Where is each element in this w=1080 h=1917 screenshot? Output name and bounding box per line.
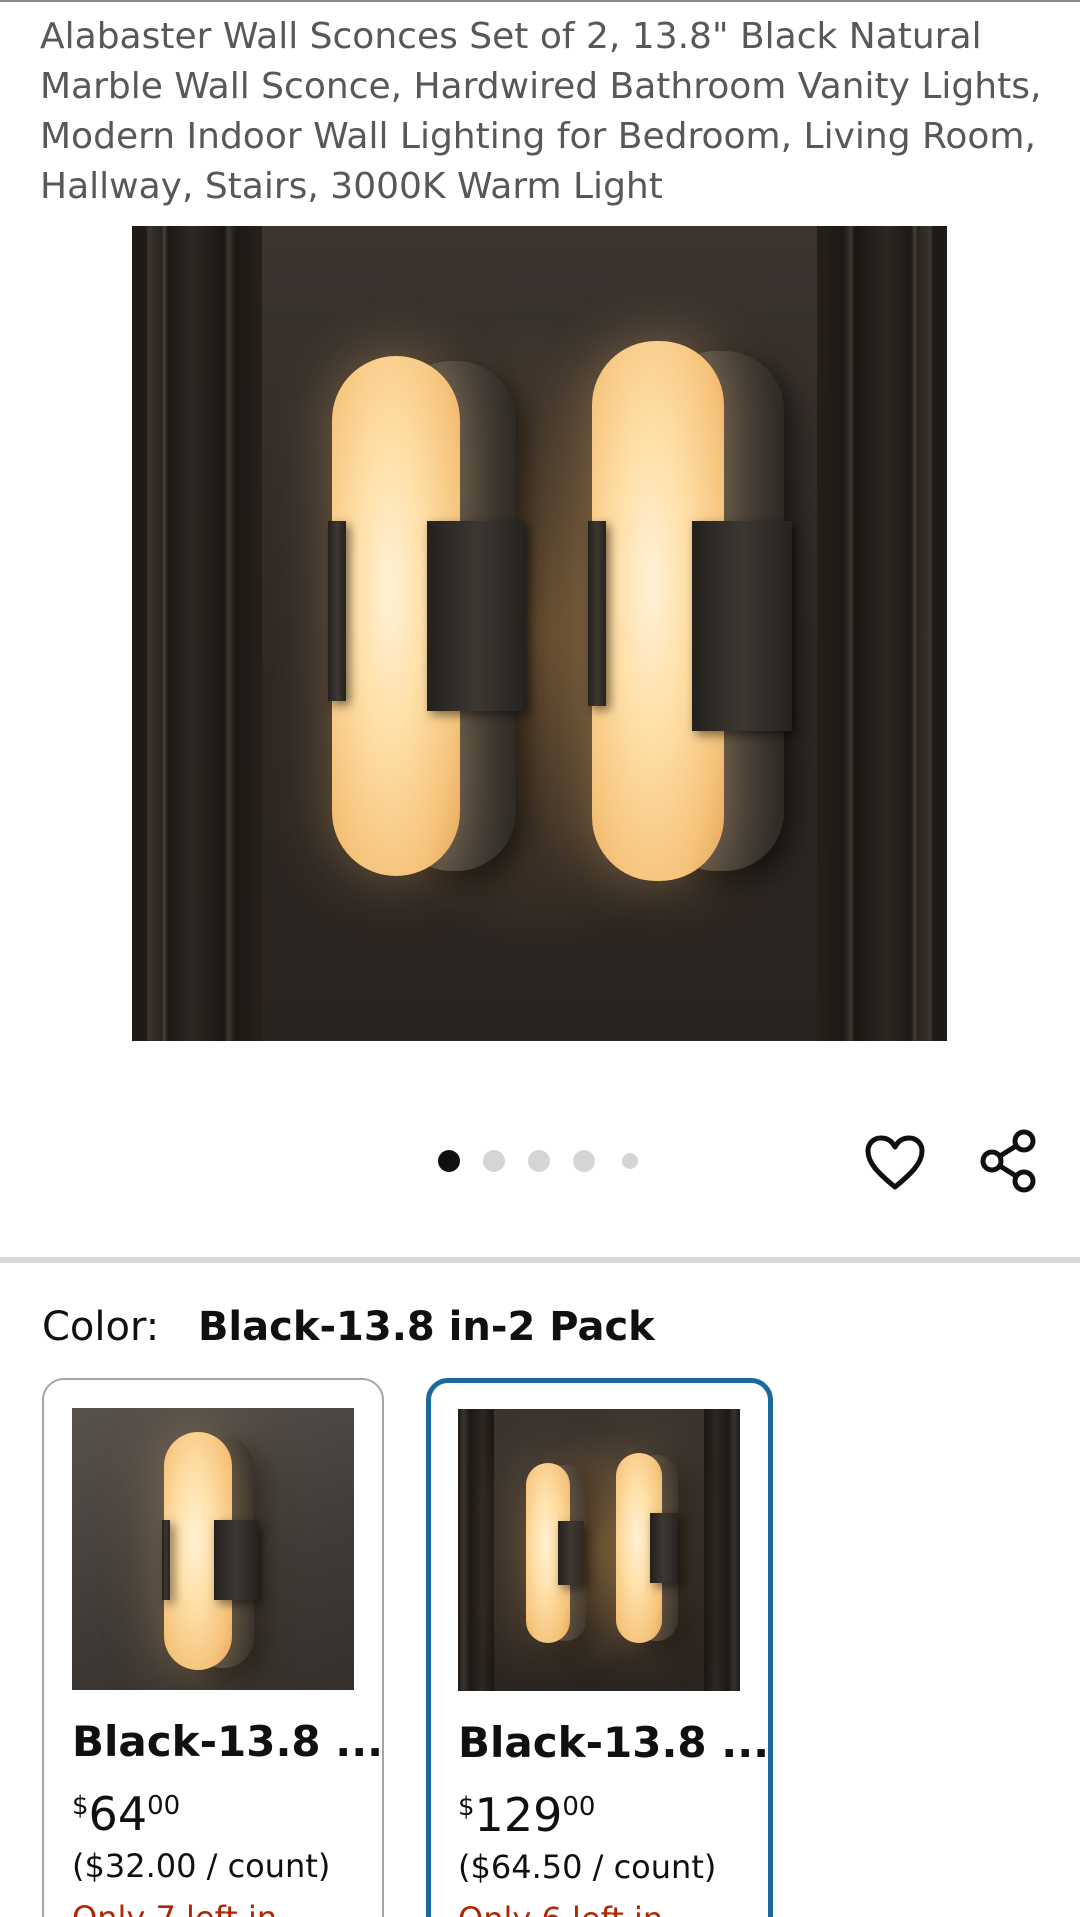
variation-name: Black-13.8 ...	[72, 1717, 384, 1766]
color-label: Color:	[42, 1304, 160, 1350]
carousel-dot-4[interactable]	[573, 1150, 595, 1172]
wall-molding-left	[132, 226, 262, 1041]
variation-stock-status: Only 7 left in	[72, 1896, 277, 1917]
section-divider	[0, 1257, 1080, 1263]
product-image[interactable]	[132, 226, 947, 1041]
heart-icon	[865, 1135, 925, 1190]
carousel-dot-3[interactable]	[528, 1150, 550, 1172]
top-divider	[0, 0, 1080, 2]
variation-stock-status: Only 6 left in	[458, 1897, 663, 1917]
color-selection-header: Color: Black-13.8 in-2 Pack	[42, 1303, 655, 1351]
carousel-dot-1[interactable]	[438, 1150, 460, 1172]
image-carousel-dots[interactable]	[438, 1150, 638, 1174]
product-title: Alabaster Wall Sconces Set of 2, 13.8" B…	[40, 16, 1042, 207]
variation-thumbnail	[458, 1409, 740, 1691]
add-to-wishlist-button[interactable]	[862, 1130, 928, 1196]
variation-price: $12900	[458, 1788, 596, 1842]
share-icon	[980, 1129, 1036, 1193]
variation-unit-price: ($64.50 / count)	[458, 1848, 717, 1886]
variation-name: Black-13.8 ...	[458, 1718, 770, 1767]
carousel-dot-5[interactable]	[622, 1153, 638, 1169]
share-button[interactable]	[975, 1128, 1041, 1194]
carousel-dot-2[interactable]	[483, 1150, 505, 1172]
variation-option-2[interactable]: Black-13.8 ... $12900 ($64.50 / count) O…	[426, 1378, 773, 1917]
variation-option-1[interactable]: Black-13.8 ... $6400 ($32.00 / count) On…	[42, 1378, 384, 1917]
variation-price: $6400	[72, 1787, 181, 1841]
wall-molding-right	[817, 226, 947, 1041]
variation-unit-price: ($32.00 / count)	[72, 1847, 331, 1885]
product-page: Alabaster Wall Sconces Set of 2, 13.8" B…	[0, 0, 1080, 1917]
variation-thumbnail	[72, 1408, 354, 1690]
selected-color-value: Black-13.8 in-2 Pack	[197, 1304, 655, 1350]
